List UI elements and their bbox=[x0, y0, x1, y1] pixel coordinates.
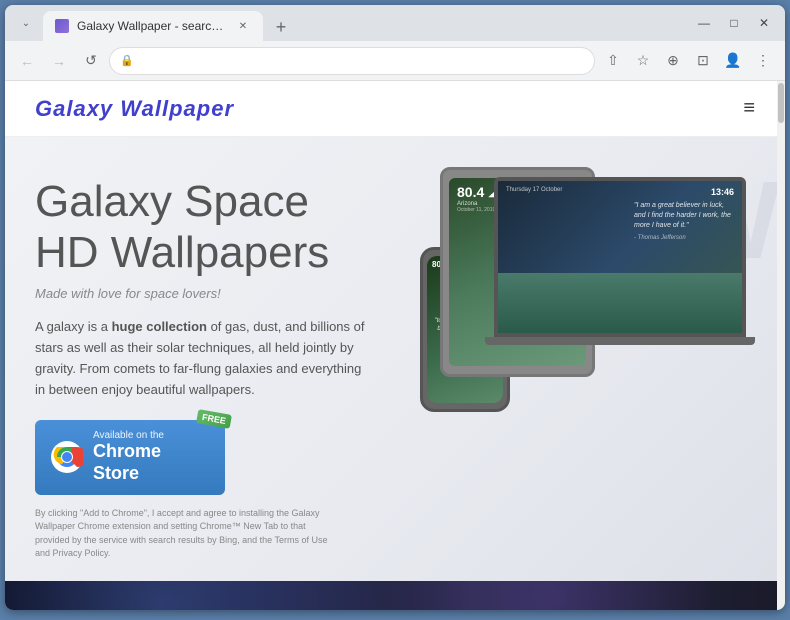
hero-title-line2: HD Wallpapers bbox=[35, 228, 329, 277]
tab-title: Galaxy Wallpaper - search the w... bbox=[77, 19, 227, 33]
lock-icon: 🔒 bbox=[120, 54, 134, 67]
hero-content-left: Galaxy Space HD Wallpapers Made with lov… bbox=[35, 177, 375, 561]
scrollbar-thumb[interactable] bbox=[778, 83, 784, 123]
laptop-screen: 13:46 Thursday 17 October "I am a great … bbox=[494, 177, 746, 337]
hero-title: Galaxy Space HD Wallpapers bbox=[35, 177, 375, 278]
tab-favicon bbox=[55, 19, 69, 33]
hero-desc-bold: huge collection bbox=[112, 319, 207, 334]
menu-button[interactable]: ⋮ bbox=[749, 47, 777, 75]
disclaimer-text: By clicking "Add to Chrome", I accept an… bbox=[35, 507, 335, 561]
chrome-btn-store: Chrome Store bbox=[93, 441, 209, 484]
cast-button[interactable]: ⊡ bbox=[689, 47, 717, 75]
chrome-icon bbox=[51, 441, 83, 473]
title-bar: ⌄ Galaxy Wallpaper - search the w... ✕ +… bbox=[5, 5, 785, 41]
address-bar[interactable]: 🔒 bbox=[109, 47, 595, 75]
hero-section: GW Galaxy Space HD Wallpapers Made with … bbox=[5, 137, 785, 581]
laptop-time: 13:46 bbox=[711, 187, 734, 197]
chrome-btn-available: Available on the bbox=[93, 430, 209, 441]
laptop-landscape-image bbox=[498, 273, 742, 333]
free-badge: FREE bbox=[196, 410, 232, 430]
laptop-date: Thursday 17 October bbox=[506, 187, 562, 193]
laptop-mockup: 13:46 Thursday 17 October "I am a great … bbox=[480, 177, 760, 367]
tab-scroll-left[interactable]: ⌄ bbox=[13, 10, 39, 36]
tab-close-button[interactable]: ✕ bbox=[235, 18, 251, 34]
page-content: Galaxy Wallpaper ≡ GW Galaxy Space HD Wa… bbox=[5, 81, 785, 610]
reload-button[interactable]: ↺ bbox=[77, 47, 105, 75]
minimize-button[interactable]: — bbox=[691, 10, 717, 36]
nav-bar: ← → ↺ 🔒 ⇧ ☆ ⊕ ⊡ 👤 ⋮ bbox=[5, 41, 785, 81]
bottom-strip bbox=[5, 581, 785, 610]
hero-desc-part1: A galaxy is a bbox=[35, 319, 112, 334]
bookmark-button[interactable]: ☆ bbox=[629, 47, 657, 75]
tab-bar: Galaxy Wallpaper - search the w... ✕ + bbox=[43, 5, 683, 41]
chrome-store-button[interactable]: FREE Available on the bbox=[35, 420, 225, 494]
nav-actions: ⇧ ☆ ⊕ ⊡ 👤 ⋮ bbox=[599, 47, 777, 75]
forward-button[interactable]: → bbox=[45, 47, 73, 75]
chrome-btn-text: Available on the Chrome Store bbox=[93, 430, 209, 484]
laptop-quote: "I am a great believer in luck, and I fi… bbox=[634, 201, 734, 243]
hero-description: A galaxy is a huge collection of gas, du… bbox=[35, 317, 375, 400]
hero-subtitle: Made with love for space lovers! bbox=[35, 286, 375, 301]
laptop-base bbox=[485, 337, 755, 345]
laptop-quote-attr: - Thomas Jefferson bbox=[634, 234, 734, 242]
site-logo: Galaxy Wallpaper bbox=[35, 96, 234, 122]
extension-button[interactable]: ⊕ bbox=[659, 47, 687, 75]
devices-area: 80.4 "tough times never last but tough p… bbox=[420, 157, 760, 497]
close-button[interactable]: ✕ bbox=[751, 10, 777, 36]
browser-window: ⌄ Galaxy Wallpaper - search the w... ✕ +… bbox=[5, 5, 785, 610]
active-tab[interactable]: Galaxy Wallpaper - search the w... ✕ bbox=[43, 11, 263, 41]
scrollbar[interactable] bbox=[777, 81, 785, 610]
hero-title-line1: Galaxy Space bbox=[35, 177, 309, 226]
tab-scroll-controls: ⌄ bbox=[13, 10, 39, 36]
hamburger-menu[interactable]: ≡ bbox=[743, 97, 755, 120]
profile-button[interactable]: 👤 bbox=[719, 47, 747, 75]
laptop-screen-content: 13:46 Thursday 17 October "I am a great … bbox=[498, 181, 742, 333]
site-header: Galaxy Wallpaper ≡ bbox=[5, 81, 785, 137]
stars-overlay bbox=[5, 581, 785, 610]
new-tab-button[interactable]: + bbox=[267, 13, 295, 41]
window-controls: — □ ✕ bbox=[691, 10, 777, 36]
share-button[interactable]: ⇧ bbox=[599, 47, 627, 75]
maximize-button[interactable]: □ bbox=[721, 10, 747, 36]
back-button[interactable]: ← bbox=[13, 47, 41, 75]
